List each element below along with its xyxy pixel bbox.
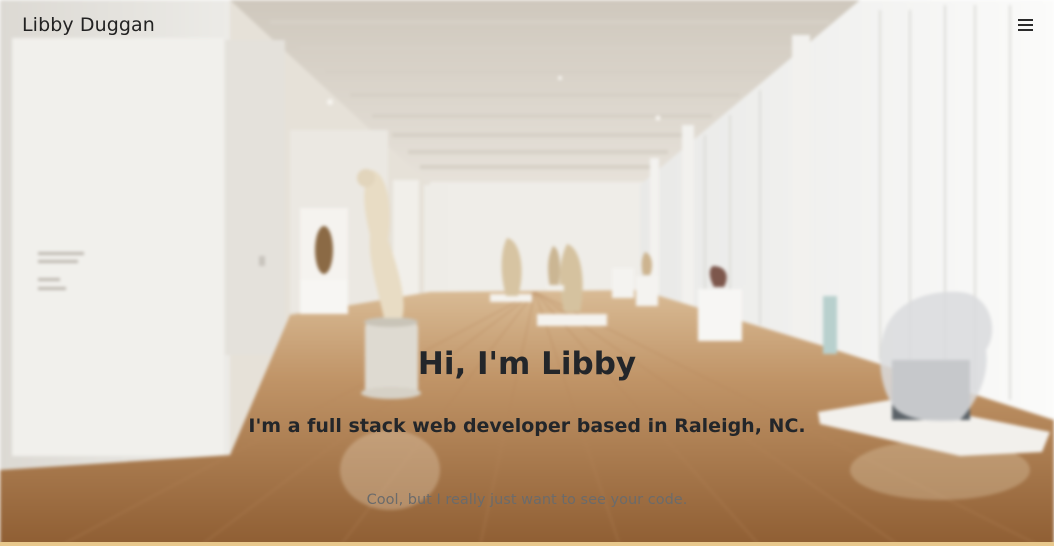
bottom-accent-strip [0,542,1054,546]
hero-title: Hi, I'm Libby [417,346,637,382]
see-code-link[interactable]: Cool, but I really just want to see your… [0,492,1054,508]
brand-link[interactable]: Libby Duggan [22,14,155,36]
navbar: Libby Duggan [0,0,1054,52]
hamburger-bar-bottom [1018,29,1033,31]
hamburger-menu-icon[interactable] [1010,12,1040,38]
hero-background-image [0,0,1054,546]
hamburger-bar-top [1018,19,1033,21]
hamburger-bar-middle [1018,24,1033,26]
hero-subtitle: I'm a full stack web developer based in … [248,415,806,437]
